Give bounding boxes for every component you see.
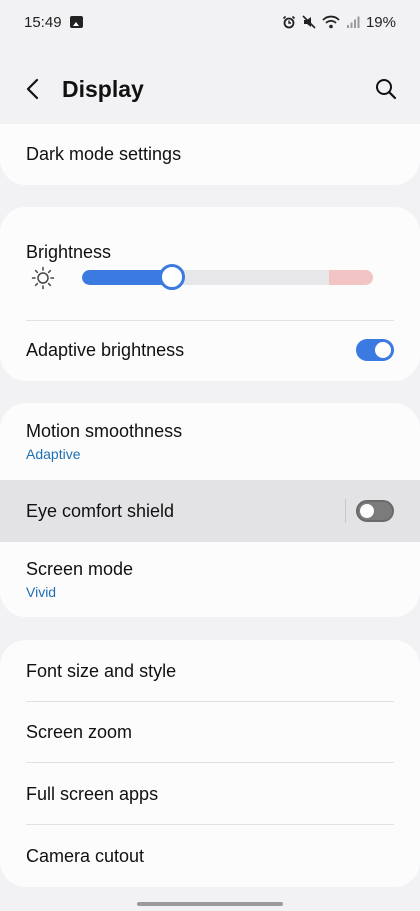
- chevron-left-icon: [26, 78, 39, 100]
- camera-cutout-label: Camera cutout: [26, 845, 145, 866]
- brightness-header: Brightness: [0, 207, 420, 263]
- adaptive-brightness-item[interactable]: Adaptive brightness: [0, 320, 420, 381]
- screen-mode-label: Screen mode: [26, 559, 134, 579]
- divider: [26, 320, 394, 321]
- clock: 15:49: [24, 13, 62, 31]
- signal-icon: [346, 16, 360, 28]
- status-right: 19%: [282, 14, 396, 31]
- camera-cutout-item[interactable]: Camera cutout: [0, 825, 420, 887]
- toggle-separator: [345, 499, 346, 523]
- status-left: 15:49: [24, 14, 83, 31]
- search-button[interactable]: [368, 71, 404, 107]
- card-more-settings: Font size and style Screen zoom Full scr…: [0, 640, 420, 887]
- page-title: Display: [62, 75, 144, 102]
- screen-mode-text: Screen mode Vivid: [26, 559, 133, 600]
- status-bar: 15:49 19%: [0, 0, 420, 44]
- brightness-slider-high-zone: [329, 270, 373, 285]
- screen-zoom-item[interactable]: Screen zoom: [0, 702, 420, 763]
- sun-icon: [31, 266, 55, 290]
- brightness-label: Brightness: [26, 242, 112, 262]
- motion-smoothness-value: Adaptive: [26, 446, 81, 462]
- card-brightness: Brightness Adaptive brightness: [0, 207, 420, 381]
- motion-smoothness-text: Motion smoothness Adaptive: [26, 421, 182, 462]
- gallery-icon: [69, 16, 83, 28]
- back-button[interactable]: [16, 71, 52, 107]
- battery-percent: 19%: [365, 13, 396, 31]
- adaptive-brightness-label: Adaptive brightness: [26, 340, 185, 360]
- brightness-slider-thumb[interactable]: [159, 264, 185, 290]
- search-icon: [376, 79, 397, 100]
- adaptive-brightness-toggle[interactable]: [356, 339, 394, 361]
- card-dark-mode: Dark mode settings: [0, 124, 420, 185]
- dark-mode-settings-label: Dark mode settings: [26, 144, 182, 164]
- font-size-and-style-item[interactable]: Font size and style: [0, 640, 420, 702]
- home-indicator[interactable]: [137, 902, 283, 906]
- font-size-and-style-label: Font size and style: [26, 660, 177, 681]
- eye-comfort-shield-toggle[interactable]: [356, 500, 394, 522]
- card-display-modes: Motion smoothness Adaptive Eye comfort s…: [0, 403, 420, 617]
- screen-mode-item[interactable]: Screen mode Vivid: [0, 542, 420, 617]
- dark-mode-settings-item[interactable]: Dark mode settings: [0, 124, 420, 185]
- motion-smoothness-item[interactable]: Motion smoothness Adaptive: [0, 403, 420, 480]
- top-bar: Display: [0, 60, 420, 118]
- motion-smoothness-label: Motion smoothness: [26, 421, 183, 441]
- wifi-icon: [322, 15, 340, 29]
- eye-comfort-shield-item[interactable]: Eye comfort shield: [0, 480, 420, 542]
- mute-icon: [302, 15, 316, 29]
- eye-comfort-shield-label: Eye comfort shield: [26, 500, 175, 521]
- full-screen-apps-label: Full screen apps: [26, 783, 159, 804]
- brightness-slider[interactable]: [82, 270, 373, 285]
- alarm-icon: [282, 15, 296, 29]
- full-screen-apps-item[interactable]: Full screen apps: [0, 763, 420, 825]
- screen-zoom-label: Screen zoom: [26, 722, 133, 742]
- screen-mode-value: Vivid: [26, 584, 57, 600]
